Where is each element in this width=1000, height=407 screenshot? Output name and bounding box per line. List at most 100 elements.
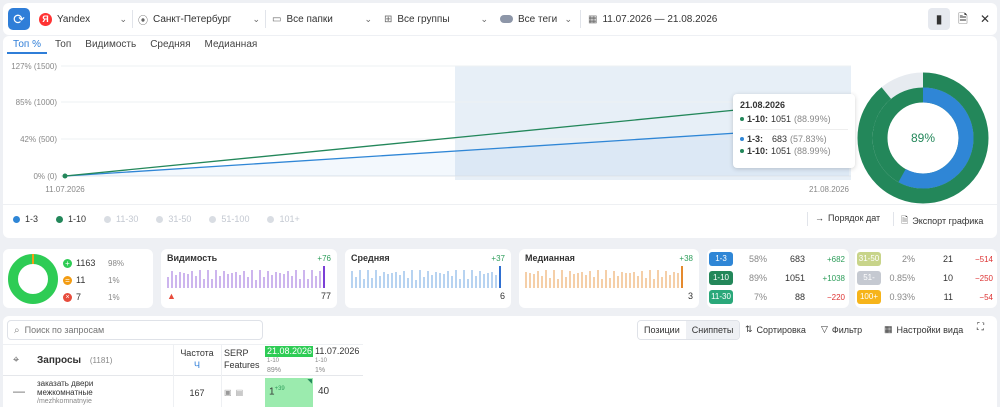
position-cell-prev[interactable]: 40 — [318, 386, 329, 397]
col-serp-header[interactable]: SERP Features — [224, 347, 260, 371]
sparkline-bar — [307, 279, 309, 288]
y-tick-label: 127% (1500) — [11, 62, 57, 71]
tab-average[interactable]: Средняя — [144, 36, 196, 54]
ok-pct: 98% — [108, 259, 125, 268]
sparkline-bar — [371, 278, 373, 288]
tooltip-row: 1-10: 1051 (88.99%) — [740, 114, 848, 124]
status-card: + 1163 98% = 11 1% × 7 1% — [3, 249, 153, 308]
rank-pct: 58% — [748, 254, 767, 264]
sparkline-bar — [609, 278, 611, 288]
sparkline-bar — [533, 274, 535, 288]
sparkline-bar — [633, 272, 635, 288]
position-cell-current[interactable]: 1+39 ◥ — [265, 378, 313, 407]
col-date2-header[interactable]: 11.07.2026 1-10 1% — [315, 346, 363, 375]
rank-value: 88 — [794, 292, 805, 302]
sparkline-bar — [577, 273, 579, 288]
collapse-icon[interactable]: — — [13, 384, 25, 398]
status-donut — [8, 254, 58, 304]
sparkline-bar — [479, 271, 481, 288]
metric-value: 6 — [499, 291, 505, 301]
sparkline-bar — [681, 266, 683, 288]
tags-select[interactable]: Все теги ⌄ — [500, 6, 572, 32]
sparkline-bar — [621, 272, 623, 288]
sparkline-bar — [187, 274, 189, 288]
sparkline-bar — [227, 274, 229, 288]
tab-top-percent[interactable]: Топ % — [7, 36, 47, 54]
bar-chart-icon: ▮ — [935, 12, 943, 26]
tools-button[interactable]: ✕ — [976, 8, 994, 30]
sparkline-bar — [199, 270, 201, 288]
folders-select[interactable]: ▭ Все папки ⌄ — [272, 6, 372, 32]
sparkline-bar — [601, 279, 603, 288]
date-order-button[interactable]: → Порядок дат — [815, 213, 880, 223]
sparkline-bar — [617, 276, 619, 288]
filter-icon: ▽ — [821, 324, 828, 334]
sparkline-bar — [665, 271, 667, 288]
legend-item-1-3[interactable]: 1-3 — [13, 214, 38, 224]
search-input[interactable] — [24, 325, 245, 335]
date-range-picker[interactable]: ▦ 11.07.2026 — 21.08.2026 — [588, 6, 718, 32]
sparkline-bar — [355, 277, 357, 288]
rank-pct: 2% — [901, 254, 915, 264]
tooltip-label: 1-3: — [747, 134, 764, 144]
chevron-down-icon: ⌄ — [564, 13, 572, 24]
minus-icon: = — [63, 276, 72, 285]
sparkline-bar — [641, 271, 643, 288]
donut-label: 89% — [911, 131, 935, 145]
legend-item-51-100[interactable]: 51-100 — [209, 214, 249, 224]
warn-pct: 1% — [108, 276, 120, 285]
sparkline-bar — [625, 273, 627, 288]
sparkline-bar — [391, 273, 393, 288]
search-engine-select[interactable]: Я Yandex ⌄ — [39, 6, 127, 32]
series-dot — [740, 137, 744, 141]
legend-item-31-50[interactable]: 31-50 — [156, 214, 191, 224]
col-date1-header[interactable]: 21.08.2026 1-10 89% — [265, 346, 313, 375]
export-file-button[interactable]: 🗎 — [954, 8, 972, 30]
status-row-err: × 7 1% — [63, 289, 124, 306]
col-queries-header[interactable]: Запросы (1181) — [37, 355, 112, 366]
query-cell[interactable]: заказать двери межкомнатные /mezhkomnatn… — [37, 379, 93, 406]
metric-title: Видимость — [167, 253, 218, 263]
export-chart-button[interactable]: 🗎 Экспорт графика — [901, 213, 983, 229]
sparkline-bar — [613, 271, 615, 288]
tab-top[interactable]: Топ — [49, 36, 77, 54]
tab-visibility[interactable]: Видимость — [79, 36, 142, 54]
groups-select[interactable]: ⊞ Все группы ⌄ — [384, 6, 488, 32]
sparkline-bar — [191, 271, 193, 288]
col-freq-header[interactable]: Частота Ч — [173, 347, 221, 371]
crosshair-icon[interactable]: ⌖ — [13, 354, 19, 367]
tab-positions[interactable]: Позиции — [638, 321, 686, 339]
tooltip-pct: (57.83%) — [790, 134, 827, 144]
search-box[interactable]: ⌕ — [7, 320, 263, 340]
sparkline-bar — [459, 279, 461, 288]
export-chart-label: Экспорт графика — [912, 216, 984, 226]
sparkline-bar — [271, 275, 273, 288]
region-select[interactable]: ⦿ Санкт-Петербург ⌄ — [138, 6, 260, 32]
metric-value: 77 — [320, 291, 331, 301]
rank-row: 51-100 0.85% 10 −250 — [857, 269, 995, 296]
legend-item-101-plus[interactable]: 101+ — [267, 214, 300, 224]
sort-button[interactable]: ⇅ Сортировка — [745, 324, 806, 335]
expand-button[interactable]: ⛶ — [977, 322, 984, 333]
sparkline-bar — [367, 270, 369, 288]
refresh-button[interactable]: ⟳ — [8, 8, 30, 30]
filter-button[interactable]: ▽ Фильтр — [821, 324, 862, 335]
sparkline-bar — [411, 270, 413, 288]
sparkline-bar — [415, 280, 417, 288]
date1-pct: 89% — [267, 367, 282, 374]
sparkline-bar — [491, 272, 493, 288]
legend-item-11-30[interactable]: 11-30 — [104, 214, 138, 224]
tab-snippets[interactable]: Сниппеты — [685, 321, 740, 339]
query-url: /mezhkomnatnyie — [37, 398, 92, 405]
rank-pct: 0.85% — [889, 273, 915, 283]
view-settings-button[interactable]: ▦ Настройки вида — [884, 324, 963, 335]
tooltip-pct: (88.99%) — [794, 146, 831, 156]
rank-row: 31-50 2% 21 −514 — [857, 250, 995, 268]
tab-median[interactable]: Медианная — [199, 36, 264, 54]
chevron-down-icon: ⌄ — [119, 13, 127, 24]
legend-item-1-10[interactable]: 1-10 — [56, 214, 86, 224]
sparkline-bar — [259, 270, 261, 288]
chart-view-button[interactable]: ▮ — [928, 8, 950, 30]
sparkline-bar — [443, 274, 445, 288]
tooltip-date: 21.08.2026 — [740, 100, 786, 110]
